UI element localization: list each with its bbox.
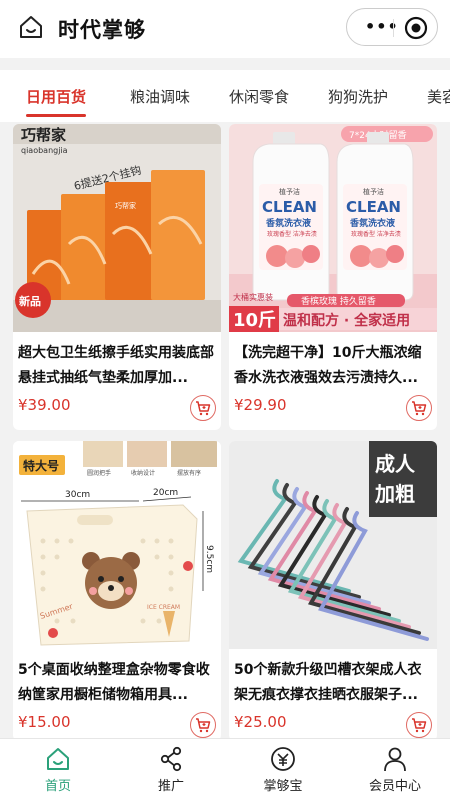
product-price: ¥15.00 bbox=[18, 713, 71, 731]
product-price: ¥29.90 bbox=[234, 396, 287, 414]
new-badge-text: 新品 bbox=[19, 294, 41, 308]
bottle-clean-text: CLEAN bbox=[346, 198, 401, 216]
nav-item-promote[interactable]: 推广 bbox=[126, 745, 216, 794]
brand-text: 巧帮家 bbox=[21, 126, 66, 144]
home-icon bbox=[47, 748, 69, 770]
cart-icon bbox=[412, 718, 427, 733]
banner-line2-text: 温和配方 · 全家适用 bbox=[283, 312, 410, 329]
product-card[interactable]: 7*24小时留香 植予洁 CLEAN 香氛洗衣液 玫瑰香型 洁净去渍 植予洁 C… bbox=[229, 124, 437, 430]
page-title: 时代掌够 bbox=[58, 18, 146, 42]
brand-pinyin-text: qiaobangjia bbox=[21, 146, 68, 155]
bottle-clean-text: CLEAN bbox=[262, 198, 317, 216]
product-image[interactable]: 7*24小时留香 植予洁 CLEAN 香氛洗衣液 玫瑰香型 洁净去渍 植予洁 C… bbox=[229, 124, 437, 332]
product-card[interactable]: 巧帮家 巧帮家 qiaobangjia 6提送2个挂钩 新品 超大包卫生纸擦手纸… bbox=[13, 124, 221, 430]
share-icon bbox=[160, 746, 182, 772]
tab-grain-oil[interactable]: 粮油调味 bbox=[130, 86, 190, 107]
wallet-icon bbox=[271, 747, 295, 771]
dim-height-text: 9.5cm bbox=[204, 545, 214, 573]
product-card[interactable]: 圆润把手 收纳设计 摆放有序 特大号 30cm 20cm 9.5cm Summe… bbox=[13, 441, 221, 741]
tab-snacks[interactable]: 休闲零食 bbox=[229, 86, 289, 107]
nav-label: 首页 bbox=[44, 779, 71, 794]
add-to-cart-button[interactable] bbox=[190, 395, 216, 421]
product-name[interactable]: 50个新款升级凹槽衣架成人衣架无痕衣撑衣挂晒衣服架子... bbox=[234, 658, 434, 708]
cart-icon bbox=[196, 401, 211, 416]
user-icon bbox=[384, 747, 406, 772]
cart-icon bbox=[412, 401, 427, 416]
product-name[interactable]: 【洗完超干净】10斤大瓶浓缩香水洗衣液强效去污渍持久... bbox=[234, 341, 434, 391]
product-image[interactable]: 成人 加粗 bbox=[229, 441, 437, 649]
nav-item-wallet[interactable]: 掌够宝 bbox=[238, 745, 328, 794]
product-image[interactable]: 巧帮家 巧帮家 qiaobangjia 6提送2个挂钩 新品 bbox=[13, 124, 221, 332]
product-price: ¥25.00 bbox=[234, 713, 287, 731]
bottle-sub-text: 香氛洗衣液 bbox=[265, 217, 312, 229]
home-icon[interactable] bbox=[18, 14, 44, 40]
banner-line1-text: 香槟玫瑰 持久留香 bbox=[301, 295, 376, 307]
product-image[interactable]: 圆润把手 收纳设计 摆放有序 特大号 30cm 20cm 9.5cm Summe… bbox=[13, 441, 221, 649]
miniapp-capsule: ••• bbox=[346, 8, 438, 46]
product-name[interactable]: 超大包卫生纸擦手纸实用装底部悬挂式抽纸气垫柔加厚加... bbox=[18, 341, 218, 391]
header-spacer bbox=[0, 58, 450, 70]
category-tabs: 日用百货 粮油调味 休闲零食 狗狗洗护 美容 bbox=[0, 70, 450, 122]
add-to-cart-button[interactable] bbox=[406, 395, 432, 421]
nav-label: 会员中心 bbox=[368, 779, 421, 794]
tag-line1-text: 成人 bbox=[375, 452, 416, 476]
product-price: ¥39.00 bbox=[18, 396, 71, 414]
nav-label: 推广 bbox=[157, 779, 184, 794]
bottle-sub-text: 香氛洗衣液 bbox=[349, 217, 396, 229]
tab-dog-care[interactable]: 狗狗洗护 bbox=[328, 86, 388, 107]
feature3-text: 摆放有序 bbox=[177, 469, 201, 477]
tag-line2-text: 加粗 bbox=[374, 482, 415, 506]
product-name[interactable]: 5个桌面收纳整理盒杂物零食收纳筐家用橱柜储物箱用具... bbox=[18, 658, 218, 708]
nav-item-home[interactable]: 首页 bbox=[13, 745, 103, 794]
box-brand-text: 巧帮家 bbox=[115, 201, 136, 210]
header: 时代掌够 ••• bbox=[0, 0, 450, 58]
cone-text: ICE CREAM bbox=[147, 604, 180, 611]
feature2-text: 收纳设计 bbox=[131, 469, 155, 477]
dim-depth-text: 20cm bbox=[153, 488, 178, 498]
bottle-small-text: 玫瑰香型 洁净去渍 bbox=[351, 230, 401, 238]
add-to-cart-button[interactable] bbox=[406, 712, 432, 738]
bottle-small-text: 玫瑰香型 洁净去渍 bbox=[267, 230, 317, 238]
tab-beauty[interactable]: 美容 bbox=[427, 86, 450, 107]
cart-icon bbox=[196, 718, 211, 733]
size-tag-text: 大桶实惠装 bbox=[233, 292, 273, 302]
bottom-nav: 首页 推广 掌够宝 会员中心 bbox=[0, 738, 450, 800]
close-target-icon[interactable] bbox=[404, 16, 428, 40]
nav-item-member[interactable]: 会员中心 bbox=[350, 745, 440, 794]
size-text: 10斤 bbox=[233, 310, 276, 331]
add-to-cart-button[interactable] bbox=[190, 712, 216, 738]
dim-width-text: 30cm bbox=[65, 490, 90, 500]
nav-label: 掌够宝 bbox=[263, 779, 303, 794]
bottle-brand-text: 植予洁 bbox=[363, 187, 384, 196]
tab-daily-goods[interactable]: 日用百货 bbox=[26, 86, 86, 107]
capsule-divider bbox=[393, 19, 394, 37]
active-tab-indicator bbox=[26, 114, 86, 117]
size-label-text: 特大号 bbox=[23, 458, 59, 473]
bottle-brand-text: 植予洁 bbox=[279, 187, 300, 196]
product-card[interactable]: 成人 加粗 50个新款升级凹槽衣架成人衣架无痕衣撑衣挂晒衣服架子... ¥25.… bbox=[229, 441, 437, 741]
feature1-text: 圆润把手 bbox=[87, 469, 111, 477]
